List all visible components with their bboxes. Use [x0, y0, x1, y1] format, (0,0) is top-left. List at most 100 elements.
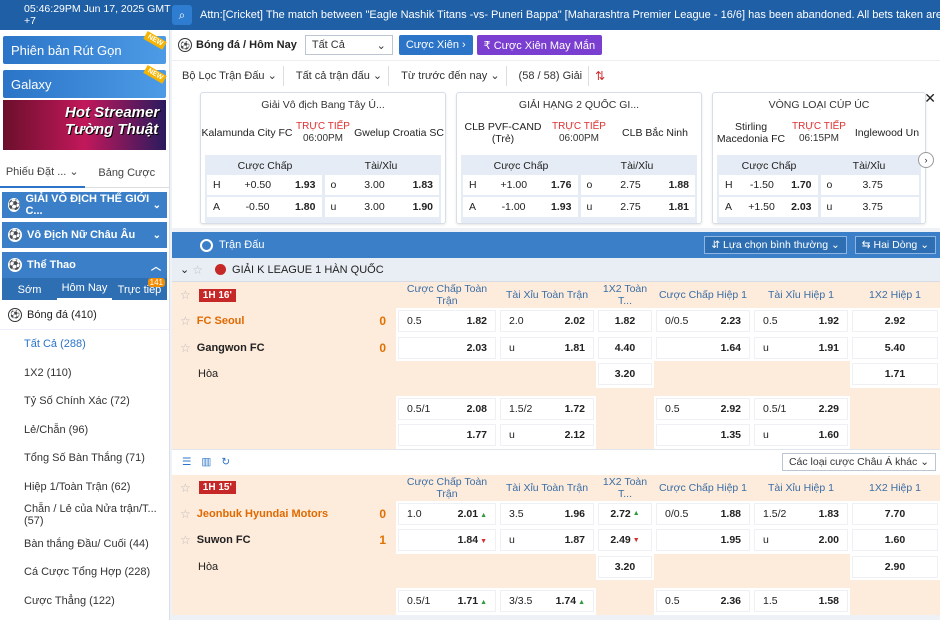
market-all[interactable]: Tất Cả (288) [0, 330, 169, 359]
lucky-parlay-button[interactable]: ₹ Cược Xiên May Mắn [476, 35, 603, 55]
odds-cell[interactable]: 1.77 [398, 424, 496, 447]
odds-cell[interactable]: u 3.00 1.90 [324, 197, 439, 217]
odds-cell[interactable]: u 3.75 [820, 197, 919, 217]
featured-card[interactable]: Giải Vô địch Bang Tây Ú... Kalamunda Cit… [200, 92, 446, 224]
womens-euro-section[interactable]: ⚽ Vô Địch Nữ Châu Âu ⌄ [2, 222, 167, 248]
tab-bet-slip[interactable]: Phiếu Đặt ... ⌄ [0, 158, 85, 188]
odds-cell[interactable]: o 2.75 1.88 [580, 175, 695, 195]
star-icon[interactable]: ☆ [192, 263, 203, 277]
announcement-ticker[interactable]: Attn:[Cricket] The match between "Eagle … [200, 9, 940, 21]
odds-cell[interactable]: u 1.87 [500, 529, 594, 552]
odds-cell[interactable]: 0.5 2.36 [656, 590, 750, 613]
tab-live[interactable]: Trực tiếp 141 [112, 278, 167, 300]
market-odd-even[interactable]: Lẻ/Chẵn (96) [0, 416, 169, 445]
odds-cell[interactable]: o 3.00 1.83 [324, 175, 439, 195]
odds-cell[interactable]: A -0.50 1.80 [207, 197, 322, 217]
odds-cell[interactable]: 3/3.5 1.74 ▲ [500, 590, 594, 613]
tab-bet-list[interactable]: Bảng Cược [85, 167, 170, 179]
odds-cell[interactable]: 1.5 1.58 [754, 590, 848, 613]
odds-cell[interactable]: 5.40 [852, 336, 938, 359]
star-icon[interactable]: ☆ [180, 533, 191, 547]
odds-cell[interactable]: 2.90 [852, 555, 938, 578]
odds-cell[interactable]: 1.71 [852, 363, 938, 386]
odds-cell[interactable]: u 1.81 [500, 336, 594, 359]
odds-cell[interactable]: 0/0.5 2.23 [656, 310, 750, 333]
featured-card[interactable]: GIẢI HẠNG 2 QUỐC GI... CLB PVF-CAND (Trẻ… [456, 92, 702, 224]
odds-cell[interactable]: 2.03 [398, 336, 496, 359]
featured-card[interactable]: VÒNG LOẠI CÚP ÚC Stirling Macedonia FC TR… [712, 92, 926, 224]
sort-arrows-icon[interactable]: ⇅ [595, 69, 605, 83]
league-header[interactable]: ⌄ ☆ GIẢI K LEAGUE 1 HÀN QUỐC [172, 258, 940, 282]
list-icon[interactable]: ☰ [182, 456, 191, 468]
odds-cell[interactable]: 3.20 [598, 555, 652, 578]
close-icon[interactable]: ✕ [924, 90, 936, 107]
star-icon[interactable]: ☆ [180, 314, 191, 328]
match-filter[interactable]: Tất cả trận đấu ⌄ [289, 65, 390, 86]
odds-cell[interactable]: 1.5/2 1.72 [500, 397, 594, 420]
parlay-button[interactable]: Cược Xiên › [398, 35, 473, 55]
odds-cell[interactable]: 0/0.5 1.88 [656, 502, 750, 525]
league-filter[interactable]: Bộ Lọc Trận Đấu ⌄ [176, 65, 284, 86]
market-half-odd-even[interactable]: Chẵn / Lẻ của Nửa trận/T... (57) [0, 501, 169, 530]
odds-cell[interactable]: H -1.50 1.70 [719, 175, 818, 195]
filter-select[interactable]: Tất Cả ⌄ [304, 35, 393, 55]
odds-cell[interactable]: 2.72 ▲ [598, 502, 652, 525]
world-cup-section[interactable]: ⚽ GIẢI VÔ ĐỊCH THẾ GIỚI C... ⌄ [2, 192, 167, 218]
star-icon[interactable]: ☆ [180, 481, 191, 495]
star-icon[interactable]: ☆ [180, 288, 191, 302]
stats-icon[interactable]: ▥ [201, 456, 211, 468]
odds-cell[interactable]: u 1.91 [754, 336, 848, 359]
market-1x2[interactable]: 1X2 (110) [0, 359, 169, 388]
odds-cell[interactable]: 0.5 1.82 [398, 310, 496, 333]
odds-cell[interactable]: H +0.50 1.93 [207, 175, 322, 195]
odds-cell[interactable]: 3.20 [598, 363, 652, 386]
odds-cell[interactable]: 1.64 [656, 336, 750, 359]
odds-cell[interactable]: u 2.00 [754, 529, 848, 552]
odds-cell[interactable]: 0.5/1 2.29 [754, 397, 848, 420]
tab-early[interactable]: Sớm [2, 284, 57, 300]
hot-streamer-promo[interactable]: Hot Streamer Tường Thuật [3, 100, 166, 150]
market-ht-ft[interactable]: Hiệp 1/Toàn Trận (62) [0, 473, 169, 502]
odds-cell[interactable]: 4.40 [598, 336, 652, 359]
odds-cell[interactable]: 0.5 2.92 [656, 397, 750, 420]
odds-cell[interactable]: 1.84 ▼ [398, 529, 496, 552]
odds-cell[interactable]: u 2.75 1.81 [580, 197, 695, 217]
market-outright[interactable]: Cược Thẳng (122) [0, 587, 169, 616]
star-icon[interactable]: ☆ [180, 341, 191, 355]
galaxy-banner[interactable]: Galaxy NEW [3, 65, 167, 98]
market-first-last-goal[interactable]: Bàn thắng Đầu/ Cuối (44) [0, 530, 169, 559]
odds-cell[interactable]: 0.5/1 1.71 ▲ [398, 590, 496, 613]
sort-select[interactable]: ⇵ Lựa chọn bình thường ⌄ [704, 236, 847, 254]
lines-select[interactable]: ⇆ Hai Dòng ⌄ [854, 236, 936, 254]
market-correct-score[interactable]: Tỷ Số Chính Xác (72) [0, 387, 169, 416]
search-icon[interactable]: ⌕ [172, 5, 192, 25]
odds-cell[interactable]: H +1.00 1.76 [463, 175, 578, 195]
odds-cell[interactable]: 1.35 [656, 424, 750, 447]
compact-version-banner[interactable]: Phiên bản Rút Gọn NEW [3, 31, 167, 64]
star-icon[interactable]: ☆ [180, 507, 191, 521]
odds-cell[interactable]: 2.92 [852, 310, 938, 333]
odds-cell[interactable]: 2.0 2.02 [500, 310, 594, 333]
market-total-goals[interactable]: Tổng Số Bàn Thắng (71) [0, 444, 169, 473]
odds-cell[interactable]: 0.5 1.92 [754, 310, 848, 333]
odds-cell[interactable]: 1.5/2 1.83 [754, 502, 848, 525]
tab-today[interactable]: Hôm Nay [57, 282, 112, 300]
odds-cell[interactable]: 0.5/1 2.08 [398, 397, 496, 420]
odds-cell[interactable]: 1.60 [852, 529, 938, 552]
live-tracker-icon[interactable]: ↻ [221, 456, 230, 468]
odds-cell[interactable]: o 3.75 [820, 175, 919, 195]
odds-cell[interactable]: A +1.50 2.03 [719, 197, 818, 217]
odds-cell[interactable]: 1.0 2.01 ▲ [398, 502, 496, 525]
odds-cell[interactable]: 3.5 1.96 [500, 502, 594, 525]
odds-cell[interactable]: 7.70 [852, 502, 938, 525]
sport-soccer[interactable]: ⚽ Bóng đá (410) [0, 300, 169, 330]
sort-filter[interactable]: Từ trước đến nay ⌄ [395, 65, 507, 86]
odds-cell[interactable]: u 1.60 [754, 424, 848, 447]
league-count[interactable]: (58 / 58) Giải [512, 65, 590, 86]
chevron-down-icon[interactable]: ⌄ [180, 263, 189, 276]
sports-section[interactable]: ⚽ Thể Thao ︿ [2, 252, 167, 278]
odds-cell[interactable]: 1.95 [656, 529, 750, 552]
asian-markets-select[interactable]: Các loại cược Châu Á khác ⌄ [781, 453, 936, 471]
odds-cell[interactable]: A -1.00 1.93 [463, 197, 578, 217]
market-mix-parlay[interactable]: Cá Cược Tổng Hợp (228) [0, 558, 169, 587]
